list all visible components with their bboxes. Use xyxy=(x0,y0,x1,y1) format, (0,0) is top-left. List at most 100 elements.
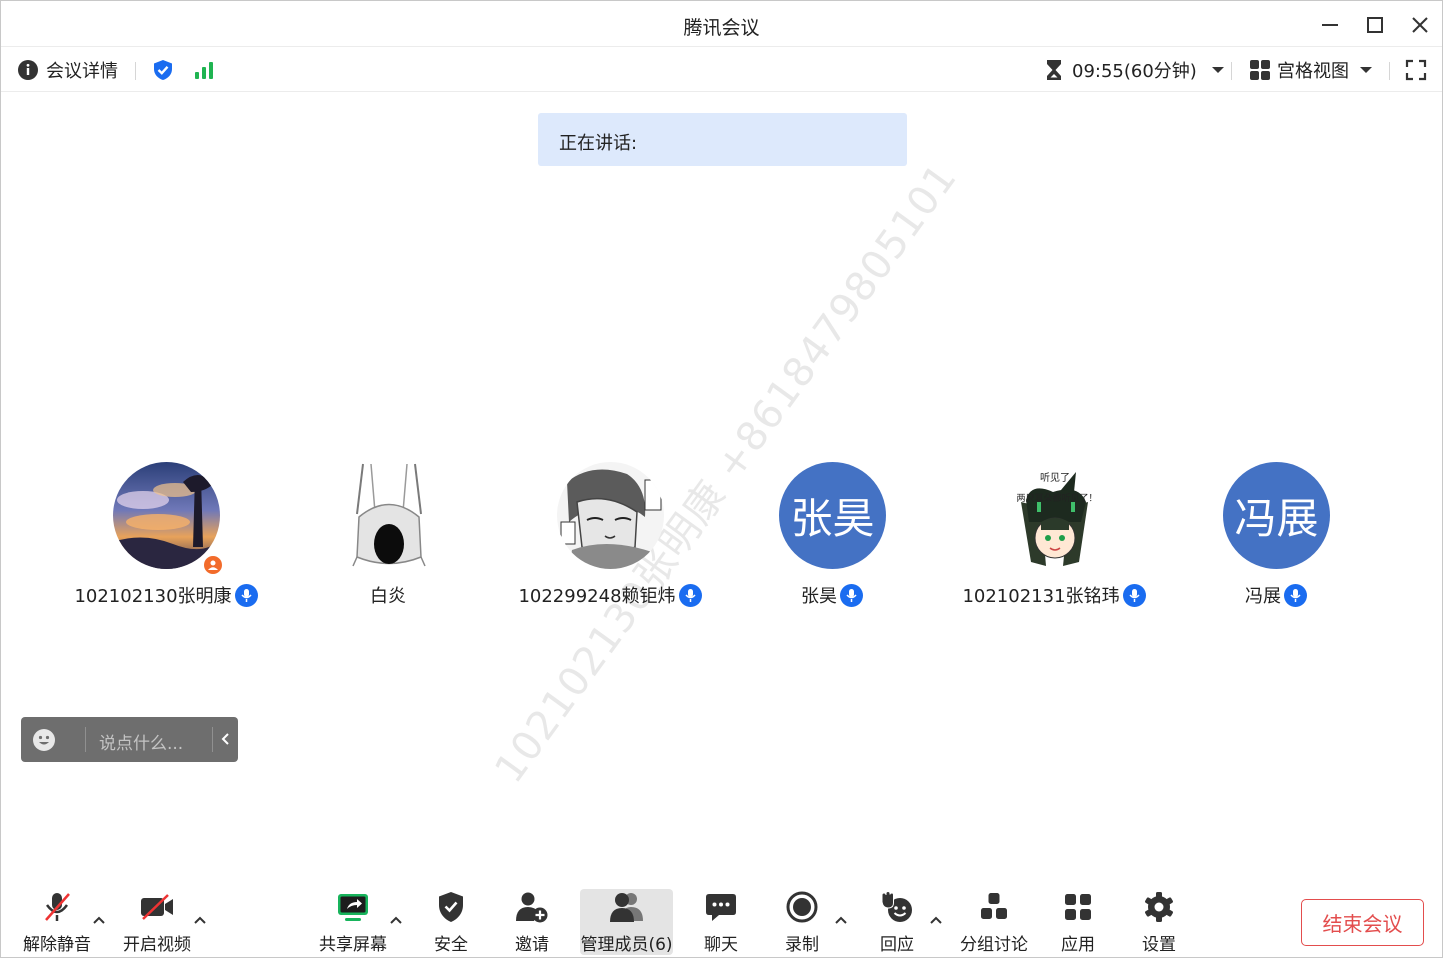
close-button[interactable] xyxy=(1406,11,1434,39)
smiley-icon xyxy=(33,729,55,751)
minimize-button[interactable] xyxy=(1316,11,1344,39)
participant-name: 张昊 xyxy=(801,586,837,607)
participant-tile[interactable]: 102102130张明康 xyxy=(56,462,276,612)
mic-muted-icon xyxy=(39,889,75,924)
divider xyxy=(135,62,136,80)
meeting-timer[interactable]: 09:55(60分钟) xyxy=(1044,48,1225,92)
record-icon xyxy=(784,889,820,924)
avatar xyxy=(113,462,220,569)
mic-icon xyxy=(846,588,857,602)
avatar-landscape-image xyxy=(113,462,220,569)
record-label: 录制 xyxy=(785,935,819,955)
security-status[interactable] xyxy=(151,48,175,92)
participant-name: 102102130张明康 xyxy=(74,586,232,607)
fullscreen-button[interactable] xyxy=(1405,48,1427,92)
settings-button[interactable]: 设置 xyxy=(1129,889,1189,955)
add-user-icon xyxy=(514,889,550,924)
chevron-up-icon xyxy=(93,916,105,924)
avatar: 听见了 两只耳朵都听见了！ xyxy=(1001,462,1108,569)
avatar-caption: 听见了 xyxy=(1040,472,1070,484)
mic-icon xyxy=(240,588,252,602)
mic-icon xyxy=(684,588,696,602)
record-options-button[interactable] xyxy=(833,914,849,926)
emoji-button[interactable] xyxy=(32,728,56,752)
apps-label: 应用 xyxy=(1061,935,1095,955)
info-bar: 会议详情 09:55(60分钟) 宫格视图 xyxy=(1,48,1442,92)
invite-label: 邀请 xyxy=(515,935,549,955)
mic-status-badge xyxy=(1122,583,1146,607)
unmute-button[interactable]: 解除静音 xyxy=(15,889,99,955)
security-button[interactable]: 安全 xyxy=(419,889,483,955)
record-button[interactable]: 录制 xyxy=(773,889,831,955)
gear-icon xyxy=(1141,889,1177,924)
fullscreen-icon xyxy=(1405,59,1427,81)
chevron-up-icon xyxy=(835,916,847,924)
video-off-icon xyxy=(139,889,175,924)
caret-down-icon xyxy=(1211,67,1224,73)
minimize-icon xyxy=(1322,24,1338,26)
bottom-toolbar: 解除静音 开启视频 共享屏幕 安全 邀请 管理成员(6) 聊天 录制 回应 分组… xyxy=(1,881,1442,958)
avatar xyxy=(335,462,442,569)
members-icon xyxy=(609,889,645,924)
participant-name-row: 102102130张明康 xyxy=(56,582,276,608)
start-video-button[interactable]: 开启视频 xyxy=(117,889,197,955)
reactions-options-button[interactable] xyxy=(928,914,944,926)
avatar-initials: 张昊 xyxy=(779,462,886,569)
manage-members-button[interactable]: 管理成员(6) xyxy=(580,889,673,955)
speaking-indicator: 正在讲话: xyxy=(538,113,907,166)
grid-view-icon xyxy=(1250,60,1270,80)
shield-check-icon xyxy=(154,60,172,80)
reactions-button[interactable]: 回应 xyxy=(867,889,927,955)
participant-name: 冯展 xyxy=(1245,586,1281,607)
view-mode-label: 宫格视图 xyxy=(1277,61,1349,82)
window-title: 腾讯会议 xyxy=(683,17,760,39)
divider xyxy=(212,727,213,752)
mic-status-badge xyxy=(840,583,863,607)
host-badge xyxy=(202,554,224,576)
avatar xyxy=(557,462,664,569)
end-meeting-button[interactable]: 结束会议 xyxy=(1301,899,1424,946)
start-video-label: 开启视频 xyxy=(123,935,191,955)
network-status[interactable] xyxy=(193,48,217,92)
caret-down-icon xyxy=(1360,67,1372,73)
view-mode-button[interactable]: 宫格视图 xyxy=(1249,48,1373,92)
reactions-label: 回应 xyxy=(880,935,914,955)
share-screen-label: 共享屏幕 xyxy=(319,935,387,955)
apps-button[interactable]: 应用 xyxy=(1048,889,1108,955)
participant-tile[interactable]: 102299248赖钜炜 xyxy=(500,462,720,612)
maximize-button[interactable] xyxy=(1361,11,1389,39)
security-label: 安全 xyxy=(434,935,468,955)
timer-label: 09:55(60分钟) xyxy=(1072,61,1197,82)
share-screen-icon xyxy=(335,889,371,924)
participant-tile[interactable]: 听见了 两只耳朵都听见了！ 102102131张铭玮 xyxy=(944,462,1164,612)
participant-tile[interactable]: 白炎 xyxy=(278,462,498,612)
breakout-label: 分组讨论 xyxy=(960,935,1028,955)
share-screen-button[interactable]: 共享屏幕 xyxy=(313,889,393,955)
chat-label: 聊天 xyxy=(704,935,738,955)
chat-bubble-icon xyxy=(703,889,739,924)
meeting-window: 腾讯会议 会议详情 09:55(60分钟) 宫格视图 正在讲话: 1021021… xyxy=(0,0,1443,958)
audio-options-button[interactable] xyxy=(91,914,107,926)
mic-status-badge xyxy=(234,583,258,607)
close-icon xyxy=(1412,17,1428,33)
participant-name-row: 冯展 xyxy=(1166,582,1386,608)
participant-tile[interactable]: 张昊 张昊 xyxy=(722,462,942,612)
shield-icon xyxy=(433,889,469,924)
breakout-icon xyxy=(976,889,1012,924)
chat-button[interactable]: 聊天 xyxy=(691,889,751,955)
signal-bars-icon xyxy=(195,62,213,79)
chevron-up-icon xyxy=(930,916,942,924)
share-options-button[interactable] xyxy=(388,914,404,926)
manage-members-label: 管理成员(6) xyxy=(580,935,673,955)
participant-tile[interactable]: 冯展 冯展 xyxy=(1166,462,1386,612)
chat-input[interactable]: 说点什么... xyxy=(99,729,183,754)
meeting-details-button[interactable]: 会议详情 xyxy=(17,48,118,92)
participant-name-row: 102102131张铭玮 xyxy=(944,582,1164,608)
invite-button[interactable]: 邀请 xyxy=(501,889,563,955)
unmute-label: 解除静音 xyxy=(23,935,91,955)
collapse-chat-button[interactable] xyxy=(219,727,233,751)
breakout-rooms-button[interactable]: 分组讨论 xyxy=(955,889,1033,955)
divider xyxy=(1231,62,1232,80)
video-options-button[interactable] xyxy=(192,914,208,926)
avatar-caption: 两只耳朵都听见了！ xyxy=(1016,493,1097,504)
